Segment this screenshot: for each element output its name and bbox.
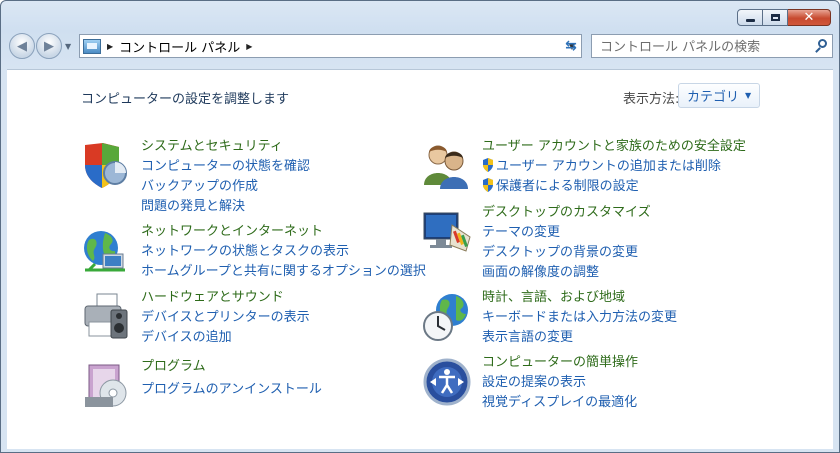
users-icon — [424, 145, 468, 189]
category-links: プログラム プログラムのアンインストール — [141, 357, 322, 400]
category-heading[interactable]: プログラム — [141, 357, 322, 377]
task-link[interactable]: 設定の提案の表示 — [482, 373, 638, 393]
close-icon: ✕ — [803, 10, 815, 25]
task-link[interactable]: 画面の解像度の調整 — [482, 263, 651, 283]
maximize-icon — [770, 14, 780, 21]
shield-computer-icon — [85, 143, 127, 188]
task-link-label: 保護者による制限の設定 — [496, 179, 639, 194]
breadcrumb-chevron-icon[interactable]: ▶ — [107, 42, 113, 51]
category-heading[interactable]: ネットワークとインターネット — [141, 222, 426, 242]
task-link[interactable]: デバイスとプリンターの表示 — [141, 308, 310, 328]
search-icon[interactable] — [818, 39, 827, 48]
task-link[interactable]: キーボードまたは入力方法の変更 — [482, 308, 677, 328]
page-title: コンピューターの設定を調整します — [81, 92, 290, 107]
toolbar: ◀ ▶ ▼ ▶ コントロール パネル ▶ ▼ ⇆ — [1, 31, 839, 65]
refresh-button[interactable]: ⇆ — [559, 34, 583, 58]
minimize-button[interactable] — [737, 9, 763, 26]
view-by-label: 表示方法: — [623, 92, 680, 107]
forward-button[interactable]: ▶ — [36, 33, 62, 59]
category-links: システムとセキュリティ コンピューターの状態を確認 バックアップの作成 問題の発… — [141, 137, 310, 217]
category-heading[interactable]: ハードウェアとサウンド — [141, 288, 310, 308]
maximize-button[interactable] — [763, 9, 788, 26]
task-link[interactable]: ホームグループと共有に関するオプションの選択 — [141, 262, 426, 282]
breadcrumb-chevron-icon[interactable]: ▶ — [246, 42, 252, 51]
task-link[interactable]: 視覚ディスプレイの最適化 — [482, 393, 638, 413]
ease-of-access-icon — [423, 358, 471, 406]
chevron-down-icon: ▼ — [745, 91, 752, 100]
search-box — [591, 34, 833, 58]
search-input[interactable] — [598, 36, 810, 58]
control-panel-icon — [83, 38, 101, 54]
uac-shield-icon — [483, 158, 493, 172]
category-heading[interactable]: ユーザー アカウントと家族のための安全設定 — [482, 137, 746, 157]
category-heading[interactable]: 時計、言語、および地域 — [482, 288, 677, 308]
caption-buttons: ✕ — [737, 9, 831, 26]
task-link[interactable]: 保護者による制限の設定 — [482, 177, 746, 197]
view-by-dropdown[interactable]: カテゴリ ▼ — [678, 83, 760, 108]
desktop-icon — [423, 212, 471, 252]
uac-shield-icon — [483, 178, 493, 192]
content-area: コンピューターの設定を調整します 表示方法: カテゴリ ▼ システムとセキュリテ… — [7, 69, 833, 449]
task-link[interactable]: ネットワークの状態とタスクの表示 — [141, 242, 426, 262]
task-link[interactable]: バックアップの作成 — [141, 177, 310, 197]
close-button[interactable]: ✕ — [788, 9, 831, 26]
minimize-icon — [745, 19, 755, 22]
category-heading[interactable]: デスクトップのカスタマイズ — [482, 203, 651, 223]
task-link[interactable]: テーマの変更 — [482, 223, 651, 243]
category-links: ネットワークとインターネット ネットワークの状態とタスクの表示 ホームグループと… — [141, 222, 426, 282]
task-link[interactable]: プログラムのアンインストール — [141, 380, 322, 400]
task-link[interactable]: 問題の発見と解決 — [141, 197, 310, 217]
back-arrow-icon: ◀ — [17, 38, 27, 54]
category-heading[interactable]: システムとセキュリティ — [141, 137, 310, 157]
printer-icon — [84, 293, 128, 339]
programs-icon — [85, 364, 127, 407]
refresh-icon: ⇆ — [565, 38, 577, 54]
address-bar[interactable]: ▶ コントロール パネル ▶ ▼ — [79, 34, 582, 58]
category-links: 時計、言語、および地域 キーボードまたは入力方法の変更 表示言語の変更 — [482, 288, 677, 348]
back-button[interactable]: ◀ — [9, 33, 35, 59]
task-link[interactable]: デバイスの追加 — [141, 328, 310, 348]
task-link[interactable]: コンピューターの状態を確認 — [141, 157, 310, 177]
navigation-buttons: ◀ ▶ ▼ — [9, 33, 71, 59]
category-links: デスクトップのカスタマイズ テーマの変更 デスクトップの背景の変更 画面の解像度… — [482, 203, 651, 283]
breadcrumb-control-panel[interactable]: コントロール パネル — [119, 37, 240, 56]
recent-pages-dropdown-icon[interactable]: ▼ — [65, 42, 71, 51]
task-link[interactable]: デスクトップの背景の変更 — [482, 243, 651, 263]
task-link[interactable]: ユーザー アカウントの追加または削除 — [482, 157, 746, 177]
category-heading[interactable]: コンピューターの簡単操作 — [482, 353, 638, 373]
task-link[interactable]: 表示言語の変更 — [482, 328, 677, 348]
category-links: ユーザー アカウントと家族のための安全設定 ユーザー アカウントの追加または削除… — [482, 137, 746, 197]
clock-globe-icon — [423, 294, 468, 341]
task-link-label: ユーザー アカウントの追加または削除 — [496, 159, 721, 174]
category-links: コンピューターの簡単操作 設定の提案の表示 視覚ディスプレイの最適化 — [482, 353, 638, 413]
forward-arrow-icon: ▶ — [44, 38, 54, 54]
control-panel-window: ✕ ◀ ▶ ▼ ▶ コントロール パネル ▶ ▼ ⇆ コンピューターの設定を調整… — [0, 0, 840, 453]
category-links: ハードウェアとサウンド デバイスとプリンターの表示 デバイスの追加 — [141, 288, 310, 348]
network-globe-icon — [84, 231, 125, 272]
view-by-value: カテゴリ — [687, 90, 740, 105]
